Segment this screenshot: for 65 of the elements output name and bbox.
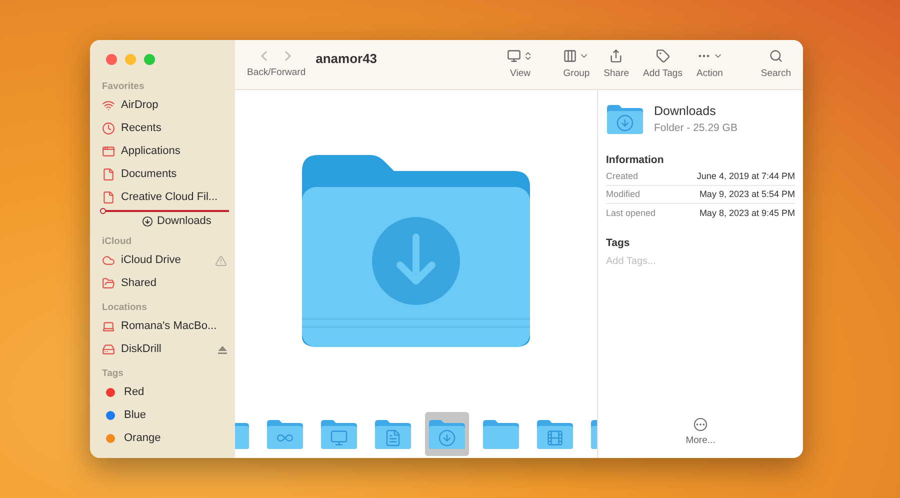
sidebar-item[interactable]: Applications — [102, 140, 227, 163]
info-value: May 8, 2023 at 9:45 PM — [699, 206, 795, 220]
sidebar-item[interactable]: Creative Cloud Fil... — [102, 186, 227, 209]
section-header: Favorites — [102, 80, 146, 94]
sidebar-item[interactable]: Red — [102, 381, 227, 404]
item-icon — [102, 343, 115, 356]
drag-item: Downloads — [157, 214, 212, 229]
item-icon — [102, 320, 115, 333]
section-header: Tags — [102, 367, 124, 381]
more-icon — [694, 418, 707, 431]
section-header: iCloud — [102, 235, 133, 249]
sidebar-item[interactable]: Documents — [102, 163, 227, 186]
folder-icon — [374, 418, 412, 450]
folder-icon — [320, 418, 358, 450]
section-header: Locations — [102, 301, 148, 315]
window-title: anamor43 — [316, 50, 378, 68]
toolbar-button[interactable]: Action — [696, 47, 723, 82]
download-icon — [142, 216, 153, 226]
zoom-button[interactable] — [144, 54, 155, 65]
nav-label: Back/Forward — [247, 66, 306, 80]
toolbar-button[interactable]: Add Tags — [643, 47, 682, 82]
info-label: Last opened — [606, 206, 656, 220]
tool-icon — [609, 49, 624, 64]
sidebar-item[interactable]: Orange — [102, 427, 227, 450]
item-icon — [102, 191, 115, 204]
sidebar-item[interactable]: Shared — [102, 272, 227, 295]
folder-icon — [606, 103, 644, 136]
tool-icon — [563, 49, 578, 64]
info-value: June 4, 2019 at 7:44 PM — [696, 170, 795, 183]
toolbar-button[interactable]: View — [507, 47, 534, 82]
tool-icon — [656, 49, 670, 64]
sidebar-item[interactable]: Romana's MacBo... — [102, 315, 227, 338]
minimize-button[interactable] — [125, 54, 136, 65]
filmstrip-item[interactable] — [425, 412, 469, 456]
info-value: May 9, 2023 at 5:54 PM — [699, 188, 795, 201]
sidebar-item[interactable]: Blue — [102, 404, 227, 427]
toolbar-button[interactable]: Search — [760, 47, 791, 82]
tool-icon — [507, 49, 522, 64]
warning-icon — [215, 254, 227, 266]
info-label: Modified — [606, 188, 640, 201]
sidebar-item[interactable]: Recents — [102, 117, 227, 140]
close-button[interactable] — [106, 54, 117, 65]
item-icon — [102, 277, 115, 290]
item-icon — [102, 168, 115, 181]
chevron-icon — [523, 51, 534, 62]
folder-icon — [536, 418, 574, 450]
item-subtitle: Folder - 25.29 GB — [654, 120, 738, 136]
section-header: Tags — [606, 236, 631, 252]
item-icon — [102, 145, 115, 158]
folder-icon — [266, 418, 304, 450]
tool-icon — [768, 49, 783, 64]
folder-icon — [482, 418, 520, 450]
toolbar-button[interactable]: Group — [563, 47, 590, 82]
sidebar-item[interactable]: iCloud Drive — [102, 249, 227, 272]
sidebar-item[interactable]: AirDrop — [102, 94, 227, 117]
sidebar-item[interactable]: DiskDrill — [102, 338, 227, 361]
item-name: Downloads — [654, 103, 717, 120]
info-label: Created — [606, 170, 638, 183]
item-icon — [102, 122, 115, 135]
toolbar-button[interactable]: Share — [604, 47, 630, 82]
folder-icon — [428, 418, 466, 450]
eject-icon[interactable] — [218, 346, 227, 354]
more-button[interactable]: More... — [686, 418, 716, 448]
item-icon — [102, 254, 115, 267]
section-header: Information — [606, 152, 665, 168]
